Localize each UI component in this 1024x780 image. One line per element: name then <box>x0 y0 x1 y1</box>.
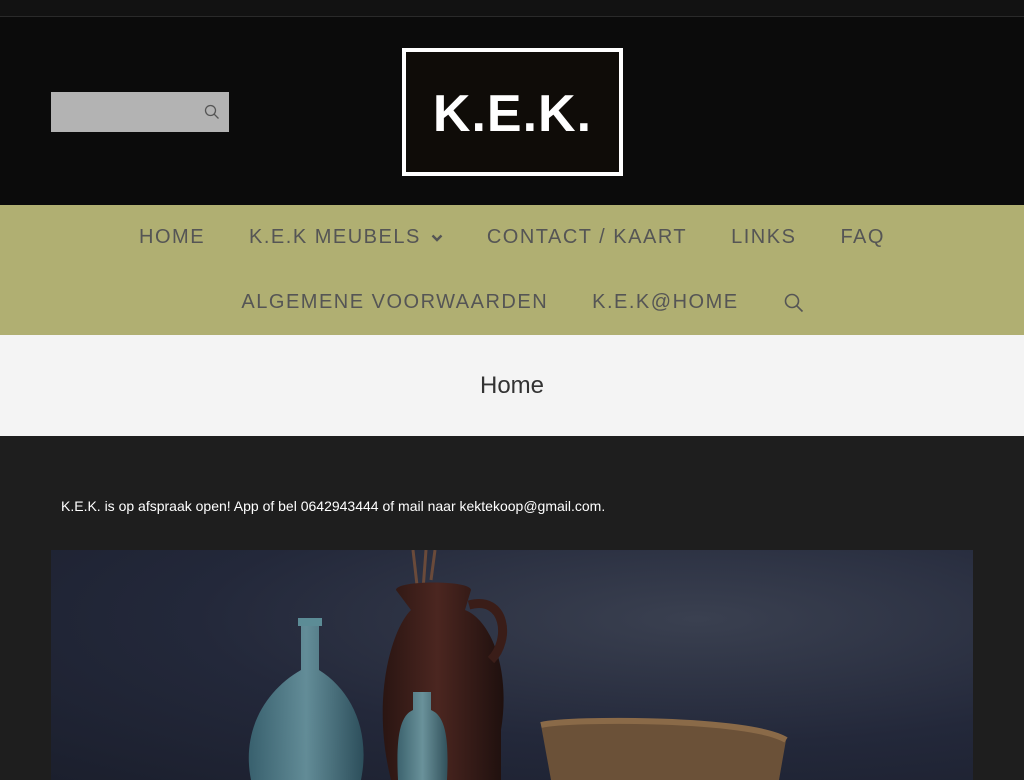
top-bar <box>0 0 1024 17</box>
nav-item-kek-at-home[interactable]: K.E.K@HOME <box>592 291 738 314</box>
logo-box: K.E.K. <box>406 52 619 172</box>
site-logo[interactable]: K.E.K. <box>402 48 623 176</box>
main-navigation: HOME K.E.K MEUBELS CONTACT / KAART LINKS… <box>0 205 1024 335</box>
still-life-illustration <box>248 550 788 780</box>
page-title: Home <box>479 371 545 399</box>
site-header: K.E.K. <box>0 17 1024 205</box>
header-search-input[interactable] <box>51 92 191 132</box>
nav-item-faq[interactable]: FAQ <box>840 226 885 249</box>
nav-row-2: ALGEMENE VOORWAARDEN K.E.K@HOME <box>0 270 1024 335</box>
opening-notice: K.E.K. is op afspraak open! App of bel 0… <box>61 498 606 514</box>
nav-item-contact-kaart[interactable]: CONTACT / KAART <box>487 226 687 249</box>
main-content: K.E.K. is op afspraak open! App of bel 0… <box>0 436 1024 780</box>
nav-row-1: HOME K.E.K MEUBELS CONTACT / KAART LINKS… <box>0 205 1024 270</box>
nav-item-kek-meubels[interactable]: K.E.K MEUBELS <box>249 226 443 249</box>
chevron-down-icon <box>431 234 443 242</box>
nav-item-links[interactable]: LINKS <box>731 226 796 249</box>
nav-item-home[interactable]: HOME <box>139 226 205 249</box>
search-icon[interactable] <box>203 103 221 121</box>
nav-item-algemene-voorwaarden[interactable]: ALGEMENE VOORWAARDEN <box>241 291 548 314</box>
page-header: Home <box>0 335 1024 436</box>
hero-image <box>51 550 973 780</box>
logo-text: K.E.K. <box>432 85 593 143</box>
nav-item-label: K.E.K MEUBELS <box>249 226 421 248</box>
header-search-form <box>51 92 229 132</box>
search-icon[interactable] <box>783 292 805 314</box>
